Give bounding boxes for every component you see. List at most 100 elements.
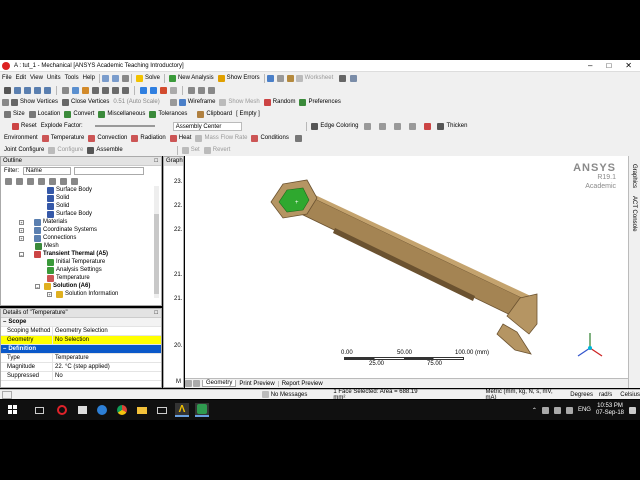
next-tab-icon[interactable] <box>193 380 200 387</box>
explode-slider[interactable] <box>94 125 155 127</box>
expand-icon[interactable]: + <box>47 291 52 297</box>
help-icon[interactable] <box>266 74 274 82</box>
viewports-icon[interactable] <box>198 86 205 94</box>
edge-select-icon[interactable] <box>14 86 21 94</box>
rotate-icon[interactable] <box>72 86 79 94</box>
mechanical-app-icon[interactable] <box>195 403 209 417</box>
tree-item-solution-information[interactable]: + Solution Information <box>47 290 118 298</box>
tree-item-surface-body-2[interactable]: Surface Body <box>47 210 92 218</box>
section-icon[interactable] <box>188 86 195 94</box>
show-mesh-button[interactable]: Show Mesh <box>217 97 261 107</box>
radiation-button[interactable]: Radiation <box>129 133 167 143</box>
zoom-fit-icon[interactable] <box>112 86 119 94</box>
outline-scroll-thumb[interactable] <box>154 214 159 294</box>
status-help[interactable] <box>2 390 12 399</box>
status-units[interactable]: Metric (mm, kg, N, s, mV, mA) <box>486 389 563 401</box>
show-errors-button[interactable]: Show Errors <box>216 73 262 83</box>
grid-icon[interactable] <box>121 74 129 82</box>
menu-file[interactable]: File <box>0 73 14 83</box>
heat-button[interactable]: Heat <box>168 133 194 143</box>
clipboard-button[interactable]: Clipboard <box>195 109 234 119</box>
chrome-icon[interactable] <box>115 403 129 417</box>
vertex-select-icon[interactable] <box>4 86 11 94</box>
definition-section[interactable]: – Definition <box>1 345 161 354</box>
conditions-button[interactable]: Conditions <box>249 133 290 143</box>
wrench-body[interactable] <box>270 179 538 355</box>
clock[interactable]: 10:53 PM 07-Sep-18 <box>596 403 624 417</box>
menu-units[interactable]: Units <box>45 73 63 83</box>
minimize-button[interactable]: – <box>588 61 592 70</box>
status-celsius[interactable]: Celsius <box>620 392 640 398</box>
tree-item-mesh[interactable]: Mesh <box>35 242 59 250</box>
show-vertices-button[interactable]: Show Vertices <box>9 97 60 107</box>
tree-item-solid-1[interactable]: Solid <box>47 194 69 202</box>
tree-item-solution[interactable]: – Solution (A6) <box>35 282 90 290</box>
store-icon[interactable] <box>75 403 89 417</box>
pin-icon[interactable]: □ <box>154 158 158 164</box>
node-select-icon[interactable] <box>44 86 51 94</box>
network-icon[interactable] <box>350 74 358 82</box>
revert-button[interactable]: Revert <box>202 145 233 155</box>
edge-coloring-button[interactable]: Edge Coloring <box>309 121 360 131</box>
extend-select-icon[interactable] <box>62 86 69 94</box>
auto-scale-field[interactable]: 0.51 (Auto Scale) <box>111 97 161 107</box>
edge-style-2-icon[interactable] <box>379 122 387 130</box>
notification-icon[interactable] <box>629 406 636 414</box>
tolerances-button[interactable]: Tolerances <box>147 109 189 119</box>
wrench-model[interactable]: + <box>185 156 628 378</box>
status-rads[interactable]: rad/s <box>599 392 612 398</box>
menu-edit[interactable]: Edit <box>14 73 28 83</box>
opera-icon[interactable] <box>55 403 69 417</box>
set-view-icon[interactable] <box>170 86 177 94</box>
tree-item-transient-thermal[interactable]: – Transient Thermal (A5) <box>19 250 108 258</box>
tree-item-initial-temperature[interactable]: Initial Temperature <box>47 258 105 266</box>
magnitude-row[interactable]: Magnitude 22. °C (step applied) <box>1 363 161 372</box>
mail-icon[interactable] <box>155 403 169 417</box>
expand-icon[interactable]: + <box>19 227 24 233</box>
configure-button[interactable]: Configure <box>46 145 85 155</box>
expand-all-icon[interactable] <box>49 177 56 185</box>
body-select-icon[interactable] <box>34 86 41 94</box>
cursor-icon[interactable] <box>339 74 347 82</box>
tree-item-temperature[interactable]: Temperature <box>47 274 90 282</box>
previous-view-icon[interactable] <box>140 86 147 94</box>
convert-button[interactable]: Convert <box>62 109 96 119</box>
network-icon[interactable] <box>553 406 561 414</box>
tree-item-coordinate-systems[interactable]: + Coordinate Systems <box>19 226 97 234</box>
report-preview-tab[interactable]: Report Preview <box>279 381 326 387</box>
next-view-icon[interactable] <box>150 86 157 94</box>
collapse-icon[interactable]: – <box>19 251 24 257</box>
vertex-display-icon[interactable] <box>2 98 9 106</box>
edge-style-1-icon[interactable] <box>364 122 372 130</box>
language-indicator[interactable]: ENG <box>578 407 591 413</box>
file-explorer-icon[interactable] <box>135 403 149 417</box>
geometry-tab[interactable]: Geometry <box>202 380 237 387</box>
mass-flow-rate-button[interactable]: Mass Flow Rate <box>193 133 249 143</box>
graphics-side-tab[interactable]: Graphics <box>631 164 637 188</box>
pin-icon[interactable]: □ <box>154 310 158 316</box>
new-analysis-button[interactable]: New Analysis <box>167 73 216 83</box>
menu-help[interactable]: Help <box>81 73 97 83</box>
preferences-button[interactable]: Preferences <box>297 97 342 107</box>
tree-icon-4[interactable] <box>38 177 45 185</box>
type-row[interactable]: Type Temperature <box>1 354 161 363</box>
outline-scrollbar[interactable] <box>154 186 159 298</box>
iso-view-icon[interactable] <box>160 86 167 94</box>
thicken-button[interactable]: Thicken <box>435 121 469 131</box>
tree-item-materials[interactable]: + Materials <box>19 218 67 226</box>
assemble-button[interactable]: Assemble <box>85 145 124 155</box>
edge-icon[interactable] <box>95 403 109 417</box>
tree-filter-icon[interactable] <box>71 177 78 185</box>
temperature-button[interactable]: Temperature <box>40 133 87 143</box>
magnifier-icon[interactable] <box>122 86 129 94</box>
miscellaneous-button[interactable]: Miscellaneous <box>96 109 147 119</box>
tree-icon-2[interactable] <box>16 177 23 185</box>
graphics-viewport[interactable]: + ANSYS R19.1 Academic 0.00 50.00 100.00… <box>185 156 628 378</box>
tree-item-solid-2[interactable]: Solid <box>47 202 69 210</box>
commands-icon[interactable] <box>294 134 302 142</box>
print-preview-tab[interactable]: Print Preview <box>236 380 279 387</box>
battery-icon[interactable] <box>541 406 549 414</box>
worksheet-button[interactable]: Worksheet <box>294 73 336 83</box>
tree-item-analysis-settings[interactable]: Analysis Settings <box>47 266 102 274</box>
ansys-workbench-icon[interactable]: Λ <box>175 403 189 417</box>
